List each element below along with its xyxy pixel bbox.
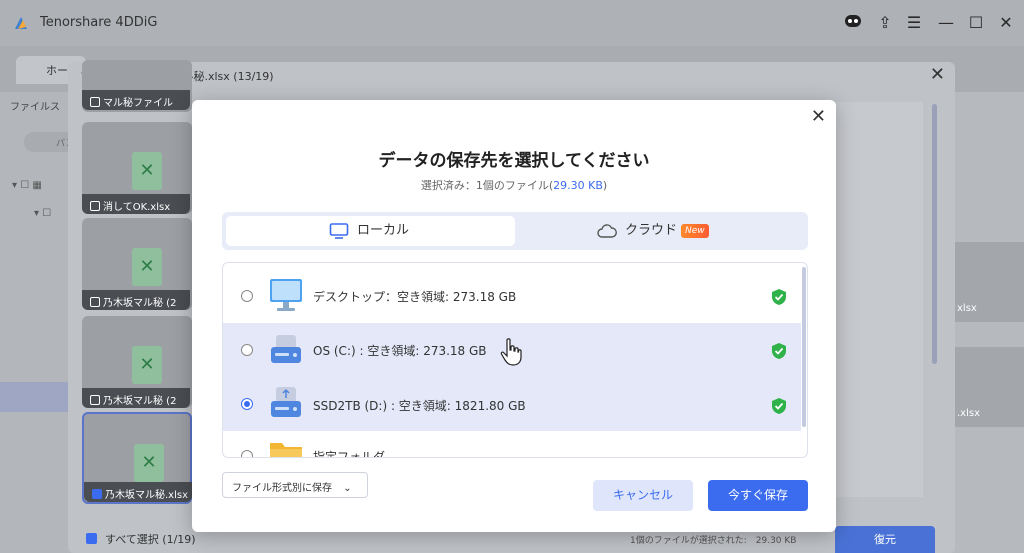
thumbnail-caption-text: 乃木坂マル秘.xlsx	[105, 490, 189, 501]
menu-icon[interactable]: ☰	[903, 12, 925, 34]
subtitle-suffix: )	[602, 179, 608, 192]
thumbnail-caption-text: マル秘ファイル	[103, 98, 173, 109]
select-all-label: すべて選択 (1/19)	[105, 533, 196, 546]
desktop-monitor-icon	[270, 279, 302, 311]
maximize-icon[interactable]: ☐	[965, 12, 987, 34]
radio-desktop[interactable]	[241, 290, 253, 302]
new-badge: New	[681, 224, 709, 238]
sidebar-selected-row[interactable]	[0, 382, 78, 412]
location-list-scrollbar[interactable]	[802, 267, 806, 427]
window-close-icon[interactable]: ✕	[995, 12, 1017, 34]
save-now-button[interactable]: 今すぐ保存	[708, 480, 808, 511]
subtitle-prefix: 選択済み：1個のファイル(	[420, 179, 554, 192]
location-item-ssd-d[interactable]: SSD2TB (D:) : 空き領域: 1821.80 GB	[223, 377, 801, 431]
restore-button[interactable]: 復元	[835, 526, 935, 553]
thumbnail-caption-text: 消してOK.xlsx	[103, 202, 171, 213]
app-sidebar: ファイルス パン ▾ ☐ ▦ ▾ ☐	[0, 92, 78, 553]
minimize-icon[interactable]: —	[935, 12, 957, 34]
app-logo-icon	[15, 17, 27, 29]
thumbnail-caption: 乃木坂マル秘 (2	[82, 388, 190, 408]
excel-file-icon: ✕	[134, 444, 164, 482]
file-thumbnail-caption: .xlsx	[957, 408, 981, 419]
app-titlebar: Tenorshare 4DDiG ⇪ ☰ — ☐ ✕	[0, 0, 1024, 46]
checkbox-icon[interactable]	[90, 297, 100, 307]
hard-drive-icon	[271, 335, 301, 363]
save-destination-dialog: ✕ データの保存先を選択してください 選択済み：1個のファイル(29.30 KB…	[192, 100, 836, 532]
sidebar-label: ファイルス	[10, 102, 60, 113]
thumbnail-caption: 消してOK.xlsx	[82, 194, 190, 214]
save-by-format-dropdown[interactable]: ファイル形式別に保存 ⌄	[222, 472, 368, 498]
radio-folder[interactable]	[241, 450, 253, 457]
tree-row[interactable]: ▾ ☐ ▦	[12, 180, 42, 191]
select-all-checkbox[interactable]: すべて選択 (1/19)	[86, 531, 196, 547]
app-right-panel: xlsx .xlsx	[955, 92, 1024, 553]
checkbox-icon[interactable]	[90, 97, 100, 107]
location-item-folder[interactable]: 指定フォルダ	[223, 431, 801, 458]
tree-row[interactable]: ▾ ☐	[34, 208, 51, 219]
verified-check-icon	[772, 343, 786, 359]
subtitle-size: 29.30 KB	[553, 179, 603, 192]
preview-thumbnail[interactable]: ✕ 乃木坂マル秘 (2	[82, 316, 192, 408]
thumbnail-caption: マル秘ファイル	[82, 90, 190, 110]
preview-content-panel	[835, 102, 923, 497]
app-title: Tenorshare 4DDiG	[40, 15, 158, 30]
checkbox-icon[interactable]	[90, 395, 100, 405]
verified-check-icon	[772, 289, 786, 305]
location-label: 指定フォルダ	[313, 450, 386, 458]
tab-local[interactable]: ローカル	[226, 216, 515, 246]
excel-file-icon: ✕	[132, 248, 162, 286]
location-label: OS (C:) : 空き領域: 273.18 GB	[313, 344, 487, 358]
hand-cursor-icon	[500, 338, 522, 366]
preview-scrollbar[interactable]	[932, 104, 937, 364]
preview-thumbnail[interactable]: マル秘ファイル	[82, 60, 192, 112]
tab-local-label: ローカル	[357, 223, 410, 238]
file-thumbnail[interactable]: .xlsx	[955, 347, 1024, 427]
location-item-desktop[interactable]: デスクトップ：空き領域: 273.18 GB	[223, 269, 801, 323]
tab-cloud[interactable]: クラウド New	[519, 216, 804, 246]
format-dropdown-label: ファイル形式別に保存	[232, 483, 332, 494]
files-selected-status: 1個のファイルが選択された: 29.30 KB	[630, 536, 797, 546]
home-tab-label: ホー	[46, 64, 68, 77]
thumbnail-caption-text: 乃木坂マル秘 (2	[103, 298, 177, 309]
checkbox-checked-icon[interactable]	[92, 489, 102, 499]
file-thumbnail[interactable]: xlsx	[955, 242, 1024, 322]
excel-file-icon: ✕	[132, 152, 162, 190]
dialog-close-icon[interactable]: ✕	[811, 106, 826, 127]
tab-cloud-label: クラウド	[625, 223, 678, 238]
robot-icon[interactable]	[842, 12, 864, 34]
thumbnail-caption-text: 乃木坂マル秘 (2	[103, 396, 177, 407]
preview-thumbnail[interactable]: ✕ 乃木坂マル秘 (2	[82, 218, 192, 310]
verified-check-icon	[772, 398, 786, 414]
cancel-button[interactable]: キャンセル	[593, 480, 693, 511]
file-thumbnail-caption: xlsx	[957, 303, 977, 314]
preview-close-icon[interactable]: ✕	[930, 64, 945, 85]
share-icon[interactable]: ⇪	[874, 12, 896, 34]
dialog-title: データの保存先を選択してください	[378, 151, 650, 171]
usb-drive-icon	[271, 387, 301, 417]
excel-file-icon: ✕	[132, 346, 162, 384]
monitor-icon	[329, 223, 349, 239]
dialog-subtitle: 選択済み：1個のファイル(29.30 KB)	[192, 177, 836, 193]
cloud-icon	[597, 224, 617, 238]
destination-tabs: ローカル クラウド New	[222, 212, 808, 250]
radio-os-c[interactable]	[241, 344, 253, 356]
thumbnail-caption: 乃木坂マル秘 (2	[82, 290, 190, 310]
radio-ssd-d-selected[interactable]	[241, 398, 253, 410]
location-label: デスクトップ：空き領域: 273.18 GB	[313, 290, 517, 304]
preview-thumbnail[interactable]: ✕ 消してOK.xlsx	[82, 122, 192, 214]
location-label: SSD2TB (D:) : 空き領域: 1821.80 GB	[313, 399, 526, 413]
thumbnail-caption: 乃木坂マル秘.xlsx	[84, 482, 192, 502]
preview-thumbnail-selected[interactable]: ✕ 乃木坂マル秘.xlsx	[82, 412, 192, 504]
folder-icon	[270, 443, 302, 457]
checkbox-icon[interactable]	[90, 201, 100, 211]
checkbox-partial-icon	[86, 533, 97, 544]
chevron-down-icon: ⌄	[343, 483, 352, 494]
